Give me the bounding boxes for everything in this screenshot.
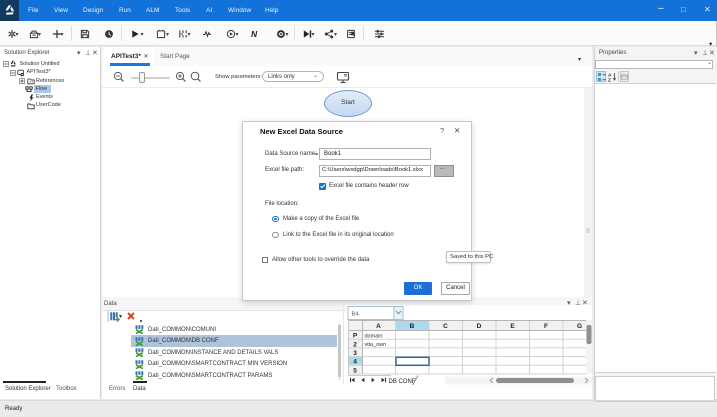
svg-text:G: G xyxy=(577,323,582,330)
svg-text:B: B xyxy=(410,323,415,330)
svg-text:D: D xyxy=(477,323,482,330)
svg-text:4: 4 xyxy=(353,359,357,366)
svg-text:Z: Z xyxy=(608,77,611,82)
svg-text:F: F xyxy=(544,323,548,330)
svg-text:domain: domain xyxy=(365,333,383,339)
svg-text:P: P xyxy=(353,333,358,340)
svg-text:C: C xyxy=(443,323,448,330)
svg-text:B4: B4 xyxy=(352,312,360,318)
svg-text:E: E xyxy=(510,323,515,330)
svg-text:vita_own: vita_own xyxy=(365,342,387,348)
svg-text:3: 3 xyxy=(353,350,357,357)
svg-text:2: 2 xyxy=(353,341,357,348)
svg-text:5: 5 xyxy=(353,367,357,374)
svg-text:A: A xyxy=(376,323,381,330)
svg-text:DB CONF: DB CONF xyxy=(389,379,416,385)
